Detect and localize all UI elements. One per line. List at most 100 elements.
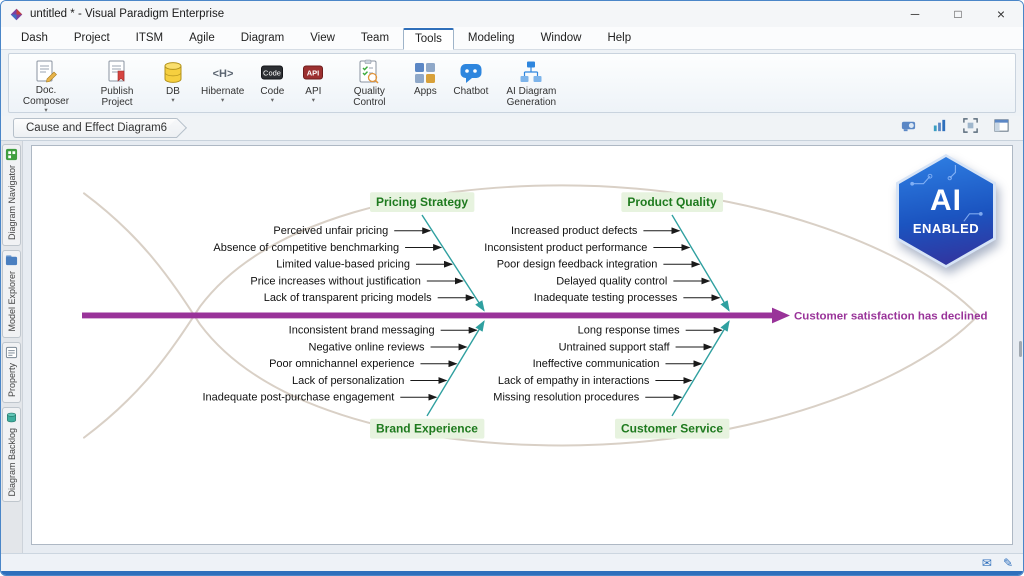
fit-frame-button[interactable]: [960, 118, 980, 138]
menu-item-agile[interactable]: Agile: [177, 28, 227, 49]
svg-text:<H>: <H>: [212, 68, 233, 80]
panel-layout-button[interactable]: [991, 118, 1011, 138]
effect-label[interactable]: Customer satisfaction has declined: [794, 310, 988, 322]
api-button[interactable]: APIAPI▾: [296, 56, 330, 110]
chevron-down-icon: ▾: [221, 98, 224, 105]
cause-label[interactable]: Long response times: [578, 325, 681, 337]
apps-button[interactable]: Apps: [408, 56, 442, 110]
close-button[interactable]: ×: [983, 3, 1019, 25]
window-bottom-border: [1, 571, 1023, 575]
fishbone-diagram[interactable]: Perceived unfair pricing Absence of compe…: [32, 146, 1012, 544]
bone-line[interactable]: [427, 321, 484, 416]
cause-label[interactable]: Increased product defects: [511, 225, 638, 237]
ai-diagram-button[interactable]: AI Diagram Generation: [499, 56, 563, 110]
diagram-backlog-icon: [5, 411, 18, 424]
cause-label[interactable]: Missing resolution procedures: [493, 392, 640, 404]
svg-text:API: API: [307, 68, 320, 77]
minimize-button[interactable]: ─: [897, 4, 933, 24]
quality-control-button[interactable]: Quality Control: [337, 56, 401, 110]
ai-enabled-badge: AI ENABLED: [896, 154, 996, 268]
sidebar-tab-label: Diagram Backlog: [7, 428, 17, 497]
tabbar-right-icons: [898, 118, 1011, 138]
ribbon: Doc. Composer▾Publish ProjectDB▾<H>Hiber…: [1, 50, 1023, 116]
menu-item-itsm[interactable]: ITSM: [124, 28, 175, 49]
tool-label: API: [305, 86, 321, 97]
cause-label[interactable]: Lack of personalization: [292, 375, 404, 387]
diagram-tab-title: Cause and Effect Diagram6: [26, 122, 167, 134]
menu-bar: DashProjectITSMAgileDiagramViewTeamTools…: [1, 27, 1023, 50]
cause-label[interactable]: Absence of competitive benchmarking: [213, 242, 399, 254]
category-label[interactable]: Customer Service: [621, 422, 723, 436]
scrollbar-thumb[interactable]: [1019, 341, 1022, 357]
chatbot-button[interactable]: Chatbot: [449, 56, 492, 110]
sidebar-tab-label: Diagram Navigator: [7, 165, 17, 240]
present-diagram-icon: [900, 117, 917, 139]
panel-layout-icon: [993, 117, 1010, 139]
menu-item-view[interactable]: View: [298, 28, 347, 49]
cause-label[interactable]: Inadequate post-purchase engagement: [202, 392, 394, 404]
mail-icon[interactable]: ✉: [982, 557, 992, 569]
cause-label[interactable]: Limited value-based pricing: [276, 259, 410, 271]
fit-frame-icon: [962, 117, 979, 139]
cause-label[interactable]: Perceived unfair pricing: [273, 225, 388, 237]
chart-icon: [931, 117, 948, 139]
cause-label[interactable]: Ineffective communication: [533, 358, 660, 370]
present-diagram-button[interactable]: [898, 118, 918, 138]
cause-label[interactable]: Inconsistent product performance: [484, 242, 647, 254]
cause-label[interactable]: Lack of empathy in interactions: [498, 375, 650, 387]
category-label[interactable]: Brand Experience: [376, 422, 478, 436]
diagram-navigator-icon: [5, 148, 18, 161]
sidebar-tab-model-explorer[interactable]: Model Explorer: [2, 250, 21, 338]
sidebar-tab-diagram-backlog[interactable]: Diagram Backlog: [2, 407, 21, 503]
chart-button[interactable]: [929, 118, 949, 138]
publish-project-button[interactable]: Publish Project: [85, 56, 149, 110]
edit-icon[interactable]: ✎: [1003, 557, 1013, 569]
cause-label[interactable]: Price increases without justification: [250, 275, 420, 287]
category-label[interactable]: Pricing Strategy: [376, 195, 468, 209]
menu-item-help[interactable]: Help: [595, 28, 643, 49]
bone-line[interactable]: [672, 321, 729, 416]
left-sidebar: Diagram Navigator Model Explorer Property D…: [1, 141, 23, 553]
maximize-button[interactable]: □: [940, 4, 976, 24]
db-button[interactable]: DB▾: [156, 56, 190, 110]
doc-composer-icon: [33, 59, 59, 85]
cause-label[interactable]: Untrained support staff: [559, 341, 671, 353]
spine-arrowhead-icon: [772, 308, 790, 324]
quality-control-icon: [356, 59, 382, 86]
db-icon: [160, 59, 186, 86]
menu-item-window[interactable]: Window: [529, 28, 594, 49]
cause-label[interactable]: Inconsistent brand messaging: [289, 325, 435, 337]
cause-label[interactable]: Lack of transparent pricing models: [264, 292, 433, 304]
menu-item-tools[interactable]: Tools: [403, 28, 454, 50]
app-window: untitled * - Visual Paradigm Enterprise …: [0, 0, 1024, 576]
doc-composer-button[interactable]: Doc. Composer▾: [14, 56, 78, 110]
diagram-tab[interactable]: Cause and Effect Diagram6: [13, 118, 177, 138]
ai-diagram-icon: [518, 59, 544, 86]
statusbar-icons: ✉✎: [982, 557, 1013, 569]
ribbon-toolbar: Doc. Composer▾Publish ProjectDB▾<H>Hiber…: [8, 53, 1016, 113]
menu-item-modeling[interactable]: Modeling: [456, 28, 527, 49]
menu-item-dash[interactable]: Dash: [9, 28, 60, 49]
tool-label: DB: [166, 86, 180, 97]
diagram-canvas[interactable]: Perceived unfair pricing Absence of compe…: [31, 145, 1013, 545]
menu-item-diagram[interactable]: Diagram: [229, 28, 296, 49]
category-label[interactable]: Product Quality: [627, 195, 717, 209]
tool-label: AI Diagram Generation: [503, 86, 559, 108]
menu-item-project[interactable]: Project: [62, 28, 122, 49]
tool-label: Doc. Composer: [18, 85, 74, 107]
canvas-wrap: Perceived unfair pricing Absence of compe…: [23, 141, 1023, 553]
chatbot-icon: [458, 59, 484, 86]
hibernate-button[interactable]: <H>Hibernate▾: [197, 56, 248, 110]
cause-label[interactable]: Inadequate testing processes: [534, 292, 678, 304]
sidebar-tab-property[interactable]: Property: [2, 342, 21, 403]
cause-label[interactable]: Poor omnichannel experience: [269, 358, 414, 370]
code-button[interactable]: CodeCode▾: [255, 56, 289, 110]
cause-label[interactable]: Negative online reviews: [309, 341, 426, 353]
cause-label[interactable]: Poor design feedback integration: [497, 259, 658, 271]
tool-label: Chatbot: [453, 86, 488, 97]
tool-label: Quality Control: [341, 86, 397, 108]
menu-item-team[interactable]: Team: [349, 28, 401, 49]
bone-line[interactable]: [672, 215, 729, 311]
sidebar-tab-diagram-navigator[interactable]: Diagram Navigator: [2, 144, 21, 246]
cause-label[interactable]: Delayed quality control: [556, 275, 667, 287]
